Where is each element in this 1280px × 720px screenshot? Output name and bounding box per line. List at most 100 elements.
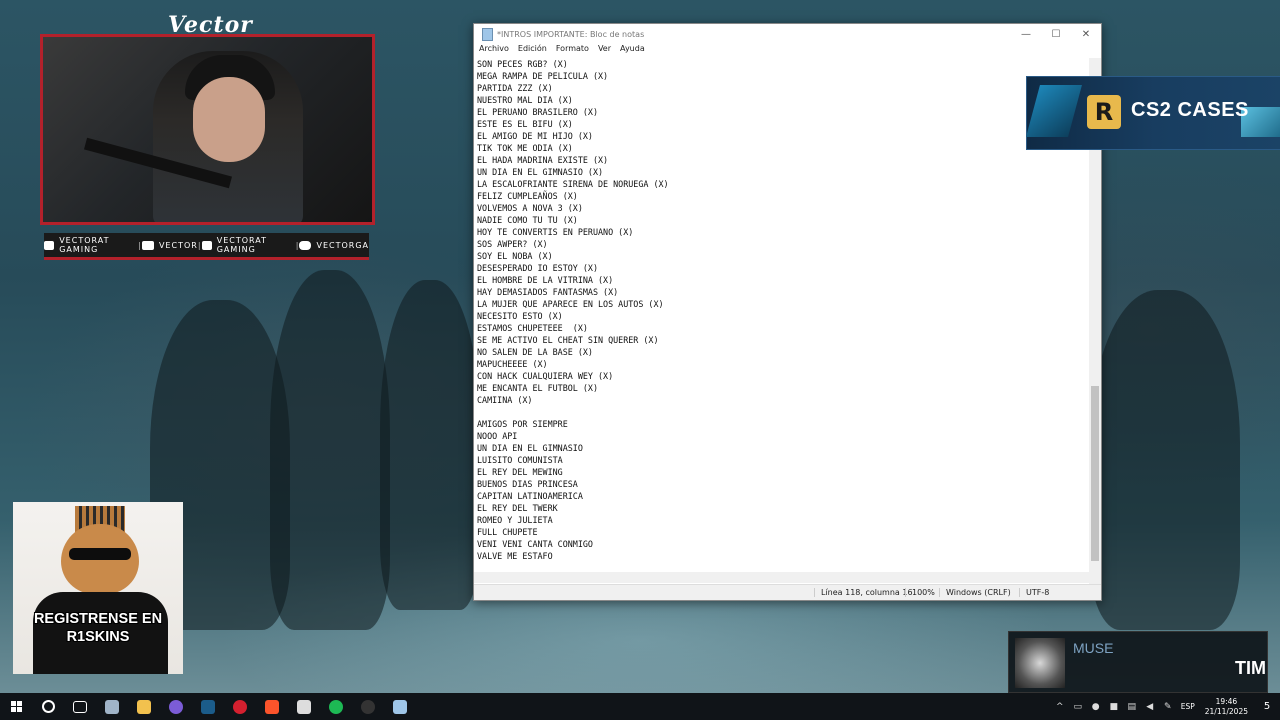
- text-line: CON HACK CUALQUIERA WEY (X): [477, 371, 614, 381]
- zoom-level: 100%: [905, 588, 935, 597]
- text-line: EL AMIGO DE MI HIJO (X): [477, 131, 593, 141]
- minimize-button[interactable]: —: [1011, 29, 1041, 40]
- menu-ayuda[interactable]: Ayuda: [620, 44, 645, 58]
- text-line: LA ESCALOFRIANTE SIRENA DE NORUEGA (X): [477, 179, 669, 189]
- youtube-icon: [44, 240, 55, 250]
- close-button[interactable]: ✕: [1071, 29, 1101, 40]
- text-line: CAMIINA (X): [477, 395, 533, 405]
- artist-name: MUSE: [1073, 640, 1114, 656]
- taskbar-app-spotify[interactable]: [320, 693, 352, 720]
- twitch-icon: [141, 240, 154, 250]
- line-ending: Windows (CRLF): [939, 588, 1011, 597]
- cursor-position: Línea 118, columna 16: [814, 588, 913, 597]
- text-line: ME ENCANTA EL FUTBOL (X): [477, 383, 599, 393]
- notepad-icon: [393, 699, 407, 714]
- taskbar-app-steam[interactable]: [192, 693, 224, 720]
- text-line: LUISITO COMUNISTA: [477, 455, 563, 465]
- taskbar-app-obs[interactable]: [352, 693, 384, 720]
- webcam-frame: [40, 34, 375, 225]
- start-button[interactable]: [0, 693, 32, 720]
- language-indicator[interactable]: ESP: [1181, 702, 1195, 711]
- menu-edicion[interactable]: Edición: [518, 44, 547, 58]
- search-icon: [41, 700, 55, 713]
- window-title: *INTROS IMPORTANTE: Bloc de notas: [497, 29, 645, 39]
- text-line: LA MUJER QUE APARECE EN LOS AUTOS (X): [477, 299, 664, 309]
- text-editor-area[interactable]: SON PECES RGB? (X) MEGA RAMPA DE PELICULA…: [477, 58, 1087, 594]
- file-explorer-app-icon: [105, 699, 119, 714]
- text-line: DESESPERADO IO ESTOY (X): [477, 263, 599, 273]
- text-line: FELIZ CUMPLEAÑOS (X): [477, 191, 578, 201]
- cs2-cases-banner: R CS2 CASES: [1026, 76, 1280, 150]
- taskbar-app-task-view[interactable]: [64, 693, 96, 720]
- microphone-icon[interactable]: ●: [1090, 702, 1102, 712]
- taskbar-app-game-launcher[interactable]: [288, 693, 320, 720]
- banner-text: CS2 CASES: [1131, 99, 1249, 121]
- text-line: NUESTRO MAL DIA (X): [477, 95, 573, 105]
- text-line: SE ME ACTIVO EL CHEAT SIN QUERER (X): [477, 335, 659, 345]
- clock[interactable]: 19:46 21/11/2025: [1205, 697, 1248, 717]
- camera-icon[interactable]: ■: [1108, 702, 1120, 712]
- date: 21/11/2025: [1204, 706, 1248, 716]
- text-line: NADIE COMO TU TU (X): [477, 215, 578, 225]
- text-line: FULL CHUPETE: [477, 527, 538, 537]
- taskbar-app-discord[interactable]: [160, 693, 192, 720]
- maximize-button[interactable]: ☐: [1041, 29, 1071, 40]
- notification-center-button[interactable]: 5: [1254, 701, 1280, 712]
- text-line: [477, 406, 1087, 418]
- scrollbar-thumb[interactable]: [1091, 386, 1099, 561]
- taskbar-app-opera[interactable]: [224, 693, 256, 720]
- horizontal-scrollbar[interactable]: [474, 572, 1089, 583]
- twitch-link: VECTOR: [141, 240, 198, 250]
- text-line: CAPITAN LATINOAMERICA: [477, 491, 583, 501]
- notification-count: 5: [1263, 701, 1271, 712]
- track-title: TIM: [1235, 658, 1266, 678]
- social-links-bar: VECTORAT GAMING | VECTOR | VECTORAT GAMI…: [44, 233, 369, 260]
- taskbar-app-search[interactable]: [32, 693, 64, 720]
- chevron-up-icon[interactable]: ^: [1054, 702, 1066, 712]
- text-line: EL REY DEL TWERK: [477, 503, 558, 513]
- youtube-link: VECTORAT GAMING: [44, 236, 138, 254]
- text-line: MEGA RAMPA DE PELICULA (X): [477, 71, 609, 81]
- volume-icon[interactable]: ◀: [1144, 702, 1156, 712]
- sponsor-text: REGISTRENSE EN R1SKINS: [33, 611, 163, 645]
- twitter-icon: [201, 240, 212, 250]
- pen-icon[interactable]: ✎: [1162, 702, 1174, 712]
- notepad-window[interactable]: *INTROS IMPORTANTE: Bloc de notas — ☐ ✕ …: [473, 23, 1102, 601]
- text-line: PARTIDA ZZZ (X): [477, 83, 553, 93]
- folder-icon: [137, 699, 151, 714]
- notepad-app-icon: [482, 27, 493, 41]
- network-icon[interactable]: ▤: [1126, 702, 1138, 712]
- instagram-link: VECTORGA: [299, 240, 369, 250]
- spotify-icon: [329, 699, 343, 714]
- text-line: HOY TE CONVERTIS EN PERUANO (X): [477, 227, 634, 237]
- wallpaper-figure: [1090, 290, 1240, 630]
- device-icon[interactable]: ▭: [1072, 702, 1084, 712]
- taskbar-app-file-explorer-app[interactable]: [96, 693, 128, 720]
- menu-formato[interactable]: Formato: [556, 44, 589, 58]
- sponsor-cat-panel: REGISTRENSE EN R1SKINS: [13, 502, 183, 674]
- task-view-icon: [73, 700, 87, 713]
- discord-icon: [169, 699, 183, 714]
- notepad-title-bar[interactable]: *INTROS IMPORTANTE: Bloc de notas — ☐ ✕: [474, 24, 1101, 44]
- weapon-image: [1026, 85, 1082, 137]
- text-line: NECESITO ESTO (X): [477, 311, 563, 321]
- webcam-face: [193, 77, 265, 162]
- encoding: UTF-8: [1019, 588, 1049, 597]
- text-line: SOY EL NOBA (X): [477, 251, 553, 261]
- menu-archivo[interactable]: Archivo: [479, 44, 509, 58]
- system-tray: ^ ▭ ● ■ ▤ ◀ ✎ ESP 19:46 21/11/2025 5: [1051, 693, 1280, 720]
- text-line: EL HOMBRE DE LA VITRINA (X): [477, 275, 614, 285]
- taskbar-app-folder[interactable]: [128, 693, 160, 720]
- brave-icon: [265, 699, 279, 714]
- taskbar-app-brave[interactable]: [256, 693, 288, 720]
- wallpaper-figure: [270, 270, 390, 630]
- text-line: ESTE ES EL BIFU (X): [477, 119, 573, 129]
- status-bar: Línea 118, columna 16 100% Windows (CRLF…: [474, 584, 1101, 600]
- game-launcher-icon: [297, 699, 311, 714]
- text-line: BUENOS DIAS PRINCESA: [477, 479, 578, 489]
- text-line: VENI VENI CANTA CONMIGO: [477, 539, 593, 549]
- taskbar-app-notepad[interactable]: [384, 693, 416, 720]
- menu-ver[interactable]: Ver: [598, 44, 611, 58]
- text-line: EL HADA MADRINA EXISTE (X): [477, 155, 609, 165]
- text-line: UN DIA EN EL GIMNASIO (X): [477, 167, 604, 177]
